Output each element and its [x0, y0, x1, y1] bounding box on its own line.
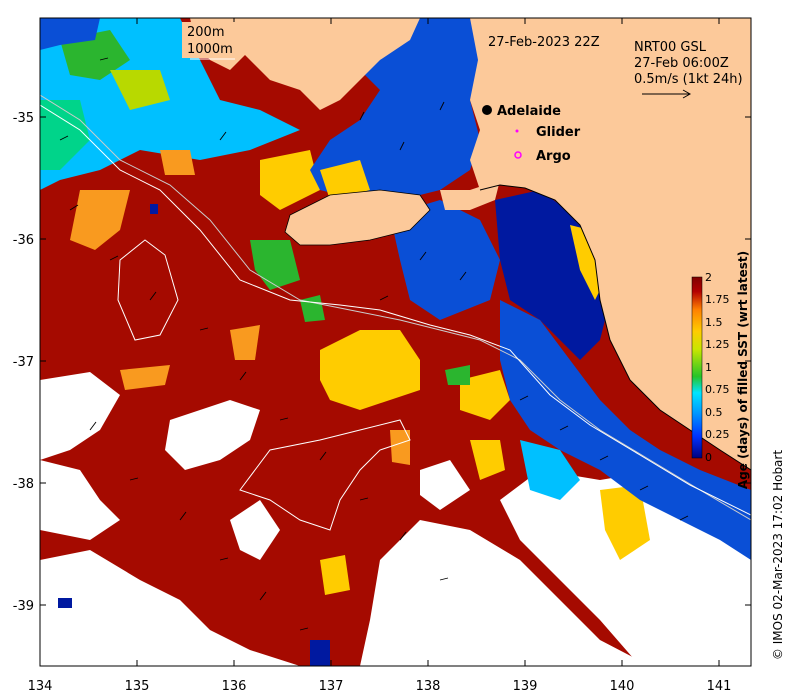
y-tick-label: -35	[13, 111, 34, 126]
adelaide-marker	[482, 105, 492, 115]
x-tick-label: 139	[513, 679, 538, 694]
product-name: NRT00 GSL	[634, 40, 707, 55]
sst-navy-region	[58, 598, 72, 608]
glider-label: Glider	[536, 125, 581, 140]
colorbar-tick: 0.25	[705, 428, 730, 441]
x-tick-label: 134	[28, 679, 53, 694]
sst-navy-region	[150, 204, 158, 214]
x-tick-label: 138	[416, 679, 441, 694]
map-field	[40, 18, 751, 666]
sst-map: 134 135 136 137 138 139 140 141 -35 -36 …	[13, 17, 785, 694]
vector-scale-label: 0.5m/s (1kt 24h)	[634, 72, 743, 87]
y-tick-label: -36	[13, 233, 34, 248]
vector-time: 27-Feb 06:00Z	[634, 56, 729, 71]
x-tick-label: 135	[125, 679, 150, 694]
map-date: 27-Feb-2023 22Z	[488, 35, 600, 50]
colorbar-tick: 1.25	[705, 338, 730, 351]
colorbar-tick: 0	[705, 451, 712, 464]
sst-orange-region	[390, 430, 410, 465]
x-tick-label: 140	[610, 679, 635, 694]
y-tick-label: -39	[13, 599, 34, 614]
glider-marker	[515, 129, 519, 133]
y-tick-label: -37	[13, 355, 34, 370]
colorbar-tick: 2	[705, 271, 712, 284]
colorbar-tick: 1.75	[705, 293, 730, 306]
argo-label: Argo	[536, 149, 571, 164]
contour-legend-200m: 200m	[187, 25, 224, 40]
colorbar-tick: 1	[705, 361, 712, 374]
y-tick-label: -38	[13, 477, 34, 492]
x-tick-label: 136	[222, 679, 247, 694]
contour-legend-1000m: 1000m	[187, 42, 233, 57]
colorbar	[691, 276, 703, 459]
x-tick-label: 137	[319, 679, 344, 694]
x-tick-label: 141	[707, 679, 732, 694]
colorbar-tick: 0.75	[705, 383, 730, 396]
sst-navy-region	[310, 640, 330, 666]
colorbar-label: Age (days) of filled SST (wrt latest)	[736, 251, 750, 489]
colorbar-tick: 1.5	[705, 316, 723, 329]
credit-text: © IMOS 02-Mar-2023 17:02 Hobart	[771, 450, 785, 660]
adelaide-label: Adelaide	[497, 104, 561, 119]
sst-orange-region	[160, 150, 195, 175]
sst-yellow-region	[320, 555, 350, 595]
colorbar-tick: 0.5	[705, 406, 723, 419]
sst-orange-region	[230, 325, 260, 360]
